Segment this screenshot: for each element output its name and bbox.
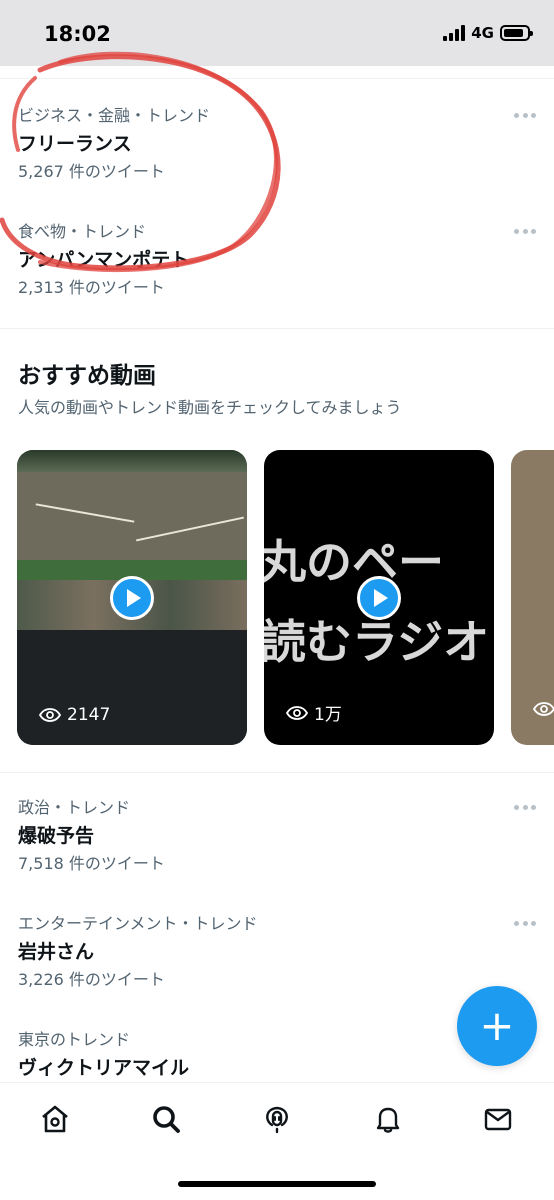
nav-notifications[interactable] (370, 1101, 406, 1137)
signal-icon (443, 25, 466, 41)
compose-button[interactable]: + (457, 986, 537, 1066)
status-time: 18:02 (44, 22, 111, 46)
status-icons: 4G (443, 24, 533, 42)
trend-category: 政治・トレンド (18, 798, 131, 817)
messages-icon (484, 1108, 512, 1131)
play-icon[interactable] (357, 576, 401, 620)
trend-category: ビジネス・金融・トレンド (18, 106, 211, 125)
view-count: 1万 (286, 700, 342, 725)
trend-category: 食べ物・トレンド (18, 222, 147, 241)
more-options-icon[interactable] (514, 800, 536, 814)
eye-icon (39, 708, 61, 722)
more-options-icon[interactable] (514, 108, 536, 122)
nav-spaces[interactable] (259, 1101, 295, 1137)
trend-item[interactable]: ビジネス・金融・トレンド フリーランス 5,267 件のツイート (18, 106, 536, 182)
trend-item[interactable]: エンターテインメント・トレンド 岩井さん 3,226 件のツイート (18, 914, 536, 990)
play-icon[interactable] (110, 576, 154, 620)
view-count-value: 2147 (67, 705, 111, 725)
home-indicator (178, 1181, 376, 1187)
trend-category: エンターテインメント・トレンド (18, 914, 258, 933)
more-options-icon[interactable] (514, 224, 536, 238)
spaces-icon (266, 1106, 288, 1134)
video-card[interactable]: 2147 (17, 450, 247, 745)
nav-home[interactable] (37, 1101, 73, 1137)
trend-item[interactable]: 政治・トレンド 爆破予告 7,518 件のツイート (18, 798, 536, 874)
video-card[interactable]: 丸のペー 読むラジオ 1万 (264, 450, 494, 745)
trend-name: 岩井さん (18, 941, 95, 963)
video-thumbnail (17, 450, 247, 472)
video-overlay-text: 丸のペー (264, 535, 444, 589)
network-type: 4G (471, 24, 494, 42)
divider (0, 328, 554, 329)
section-title: おすすめ動画 (18, 363, 156, 389)
more-options-icon[interactable] (514, 916, 536, 930)
trend-name: 爆破予告 (18, 825, 95, 847)
trend-count: 2,313 件のツイート (18, 278, 165, 297)
section-subtitle: 人気の動画やトレンド動画をチェックしてみましょう (18, 398, 402, 417)
nav-search[interactable] (148, 1101, 184, 1137)
notifications-icon (376, 1107, 400, 1133)
trend-name: ヴィクトリアマイル (18, 1057, 190, 1079)
search-icon (153, 1106, 180, 1133)
divider (0, 78, 554, 79)
trend-name: アンパンマンポテト (18, 249, 190, 271)
view-count-value: 1万 (314, 705, 342, 725)
trend-count: 3,226 件のツイート (18, 970, 165, 989)
eye-icon (533, 702, 554, 716)
battery-level (504, 29, 523, 37)
plus-icon: + (479, 1001, 515, 1050)
trend-count: 7,518 件のツイート (18, 854, 165, 873)
status-bar: 18:02 4G (0, 0, 554, 66)
nav-messages[interactable] (480, 1101, 516, 1137)
home-icon (42, 1105, 68, 1133)
trend-item[interactable]: 食べ物・トレンド アンパンマンポテト 2,313 件のツイート (18, 222, 536, 298)
divider (0, 772, 554, 773)
trend-name: フリーランス (18, 133, 132, 155)
video-card[interactable] (511, 450, 554, 745)
view-count: 2147 (39, 705, 110, 725)
trend-count: 5,267 件のツイート (18, 162, 165, 181)
battery-icon (500, 25, 533, 41)
eye-icon (286, 705, 308, 720)
